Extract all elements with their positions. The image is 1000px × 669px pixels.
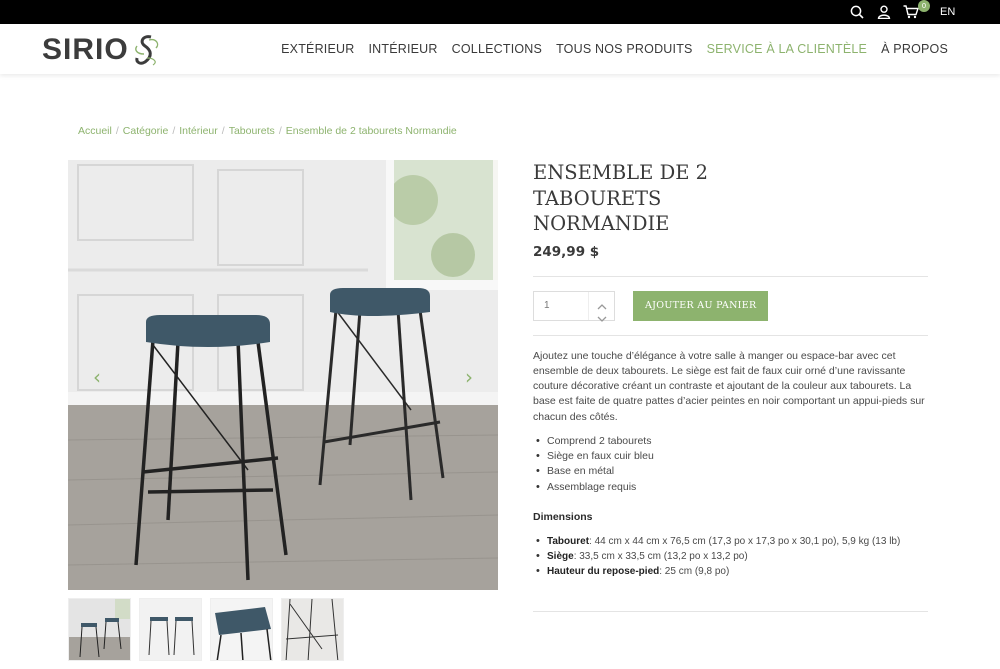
list-item: Tabouret: 44 cm x 44 cm x 76,5 cm (17,3 …	[533, 534, 928, 549]
quantity-input[interactable]	[534, 291, 589, 320]
nav-interieur[interactable]: INTÉRIEUR	[368, 42, 437, 56]
feature-list: Comprend 2 tabourets Siège en faux cuir …	[533, 434, 928, 495]
prev-image-arrow-icon[interactable]: ‹	[93, 365, 101, 389]
logo-emblem-icon	[134, 35, 158, 66]
add-to-cart-row: AJOUTER AU PANIER	[533, 290, 928, 322]
nav-service-clientele[interactable]: SERVICE À LA CLIENTÈLE	[707, 42, 868, 56]
dimension-label: Siège	[547, 551, 574, 562]
breadcrumb-interieur[interactable]: Intérieur	[179, 125, 218, 137]
dimension-value: : 25 cm (9,8 po)	[659, 566, 730, 578]
thumbnail-3[interactable]	[210, 598, 273, 661]
product-info: ENSEMBLE DE 2 TABOURETS NORMANDIE 249,99…	[533, 160, 928, 613]
nav-tous-nos-produits[interactable]: TOUS NOS PRODUITS	[556, 42, 693, 56]
thumbnail-1[interactable]	[68, 598, 131, 661]
breadcrumb-separator: /	[115, 125, 119, 137]
thumbnail-2[interactable]	[139, 598, 202, 661]
dimension-value: : 44 cm x 44 cm x 76,5 cm (17,3 po x 17,…	[589, 535, 901, 547]
thumbnail-gallery	[68, 598, 344, 661]
list-item: Comprend 2 tabourets	[533, 434, 928, 449]
list-item: Hauteur du repose-pied: 25 cm (9,8 po)	[533, 564, 928, 579]
list-item: Siège en faux cuir bleu	[533, 449, 928, 464]
top-utility-bar: 0 EN	[0, 0, 1000, 24]
cart-count-badge: 0	[918, 0, 930, 12]
logo[interactable]: SIRIO	[42, 32, 163, 68]
dimension-label: Tabouret	[547, 535, 590, 547]
breadcrumb: Accueil / Catégorie / Intérieur / Tabourets…	[78, 125, 457, 137]
nav-a-propos[interactable]: À PROPOS	[881, 42, 948, 56]
divider	[533, 275, 928, 277]
breadcrumb-current: Ensemble de 2 tabourets Normandie	[285, 125, 457, 137]
product-description: Ajoutez une touche d’élégance à votre sa…	[533, 349, 925, 423]
list-item: Assemblage requis	[533, 480, 928, 495]
breadcrumb-separator: /	[221, 125, 225, 137]
next-image-arrow-icon[interactable]: ›	[465, 365, 473, 389]
nav-exterieur[interactable]: EXTÉRIEUR	[281, 42, 354, 56]
quantity-stepper-buttons	[588, 291, 614, 322]
breadcrumb-categorie[interactable]: Catégorie	[123, 125, 169, 137]
chevron-up-icon[interactable]	[596, 296, 608, 309]
product-main-image[interactable]: ‹ ›	[68, 160, 498, 590]
search-icon[interactable]	[850, 0, 864, 24]
divider	[533, 611, 928, 613]
dimension-label: Hauteur du repose-pied	[547, 566, 660, 578]
quantity-stepper	[533, 290, 615, 322]
breadcrumb-accueil[interactable]: Accueil	[78, 125, 112, 137]
breadcrumb-tabourets[interactable]: Tabourets	[229, 125, 275, 137]
product-title: ENSEMBLE DE 2 TABOURETS NORMANDIE	[533, 161, 709, 235]
breadcrumb-separator: /	[172, 125, 176, 137]
list-item: Siège: 33,5 cm x 33,5 cm (13,2 po x 13,2…	[533, 549, 928, 564]
cart-icon[interactable]	[903, 0, 919, 24]
thumbnail-4[interactable]	[281, 598, 344, 661]
product-photo	[68, 160, 498, 590]
dimension-value: : 33,5 cm x 33,5 cm (13,2 po x 13,2 po)	[573, 551, 748, 562]
chevron-down-icon[interactable]	[596, 308, 608, 322]
product-price: 249,99 $	[533, 243, 600, 260]
language-switch[interactable]: EN	[940, 0, 955, 24]
logo-text: SIRIO	[42, 33, 129, 66]
add-to-cart-button[interactable]: AJOUTER AU PANIER	[633, 290, 769, 321]
main-nav: EXTÉRIEUR INTÉRIEUR COLLECTIONS TOUS NOS…	[281, 24, 948, 74]
dimensions-heading: Dimensions	[533, 510, 593, 523]
dimensions-list: Tabouret: 44 cm x 44 cm x 76,5 cm (17,3 …	[533, 534, 928, 580]
breadcrumb-separator: /	[278, 125, 282, 137]
list-item: Base en métal	[533, 464, 928, 479]
main-header: SIRIO EXTÉRIEUR INTÉRIEUR COLLECTIONS TO…	[0, 24, 1000, 74]
user-icon[interactable]	[877, 0, 891, 24]
divider	[533, 334, 928, 336]
nav-collections[interactable]: COLLECTIONS	[452, 42, 542, 56]
